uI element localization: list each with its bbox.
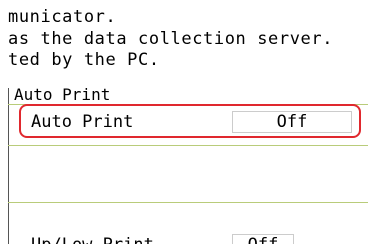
settings-screen: municator. as the data collection server… [0, 0, 368, 244]
separator-line [8, 202, 368, 203]
group-left-border [8, 88, 9, 244]
separator-line [8, 145, 368, 146]
description-line-2: as the data collection server. [8, 29, 334, 49]
highlight-annotation-frame [19, 104, 361, 138]
up-low-print-label: Up/Low Print [31, 236, 154, 244]
auto-print-group-title: Auto Print [14, 85, 113, 104]
description-line-3: ted by the PC. [8, 50, 160, 70]
up-low-print-value-field[interactable]: Off [232, 234, 294, 244]
description-line-1: municator. [8, 7, 117, 27]
